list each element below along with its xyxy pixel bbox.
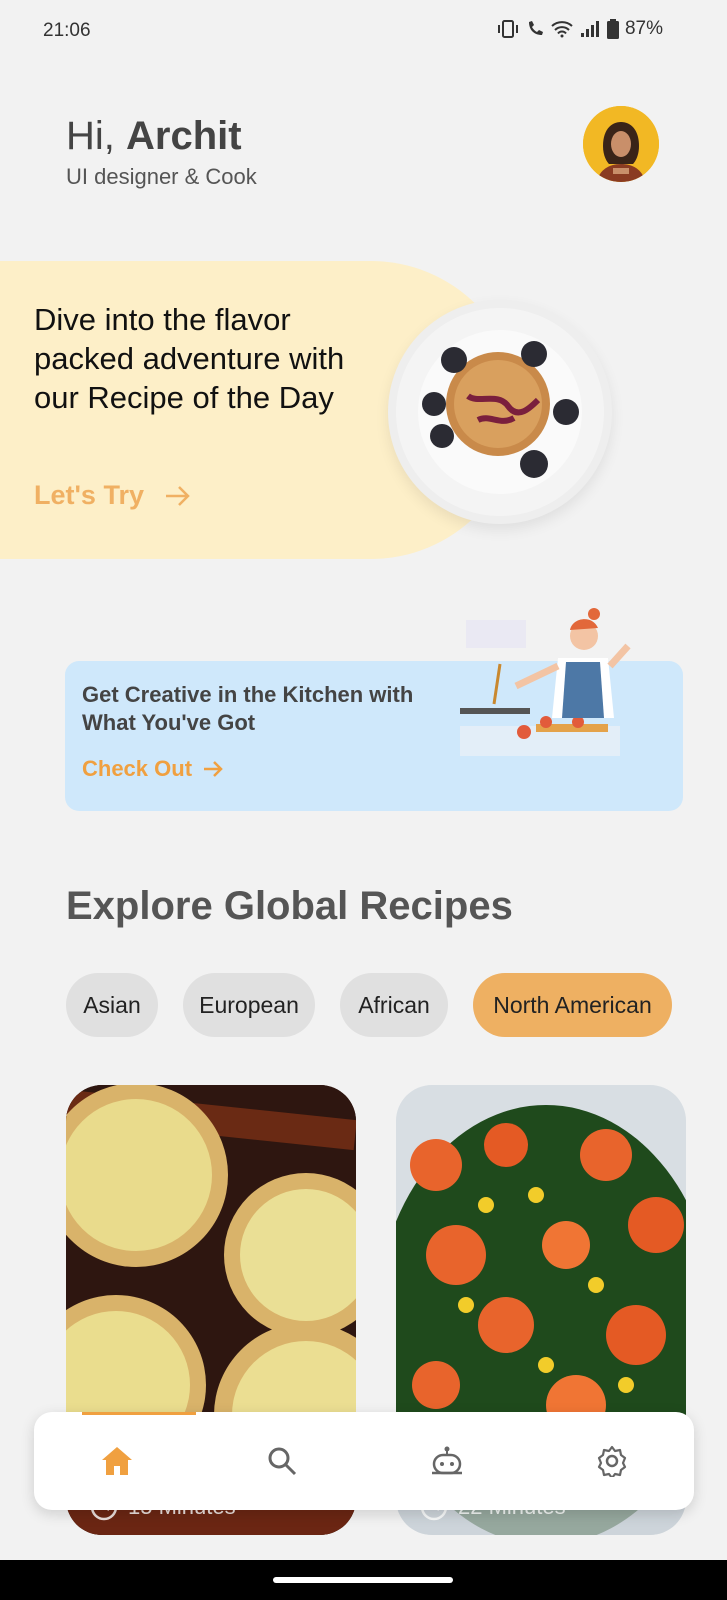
arrow-right-icon [204,761,223,777]
battery-percent: 87% [624,18,663,39]
home-icon [101,1447,132,1475]
nav-search[interactable] [252,1431,312,1491]
promo-title: Get Creative in the Kitchen with What Yo… [82,682,414,735]
lets-try-button[interactable]: Let's Try [34,480,192,511]
greeting: Hi, Archit UI designer & Cook [66,112,257,190]
chef-illustration [460,606,640,766]
user-subtitle: UI designer & Cook [66,164,257,189]
bottom-navigation [34,1412,694,1510]
status-icons: 87% [497,18,663,40]
active-nav-indicator [82,1412,196,1415]
gear-icon [597,1445,626,1477]
nav-assistant[interactable] [417,1431,477,1491]
home-gesture-handle[interactable] [273,1577,453,1583]
lets-try-label: Let's Try [34,480,144,510]
nav-settings[interactable] [582,1431,642,1491]
chip-asian[interactable]: Asian [66,973,158,1037]
section-title-explore: Explore Global Recipes [66,884,513,928]
avatar[interactable] [583,106,659,182]
chip-african[interactable]: African [340,973,448,1037]
status-bar: 21:06 87% [0,0,727,64]
chip-european[interactable]: European [183,973,315,1037]
greeting-hi: Hi, [66,114,115,158]
status-time: 21:06 [43,20,91,41]
search-icon [268,1447,296,1476]
nav-home[interactable] [87,1431,147,1491]
wifi-icon [551,21,573,38]
vibrate-icon [497,20,518,38]
muffin-plate-illustration [396,308,604,516]
hero-text: Dive into the flavor packed adventure wi… [34,302,345,415]
signal-icon [580,21,599,37]
arrow-right-icon [165,485,190,506]
avatar-portrait [583,106,659,182]
battery-icon [606,19,619,39]
user-name: Archit [126,114,242,158]
check-out-button[interactable]: Check Out [82,756,224,782]
greeting-line: Hi, Archit [66,112,257,160]
check-out-label: Check Out [82,756,193,781]
recipe-image [388,300,612,524]
call-wifi-icon [528,21,543,35]
chef-bot-icon [431,1446,462,1475]
chip-north-american[interactable]: North American [473,973,672,1037]
cuisine-chips: Asian European African North American [66,973,672,1037]
